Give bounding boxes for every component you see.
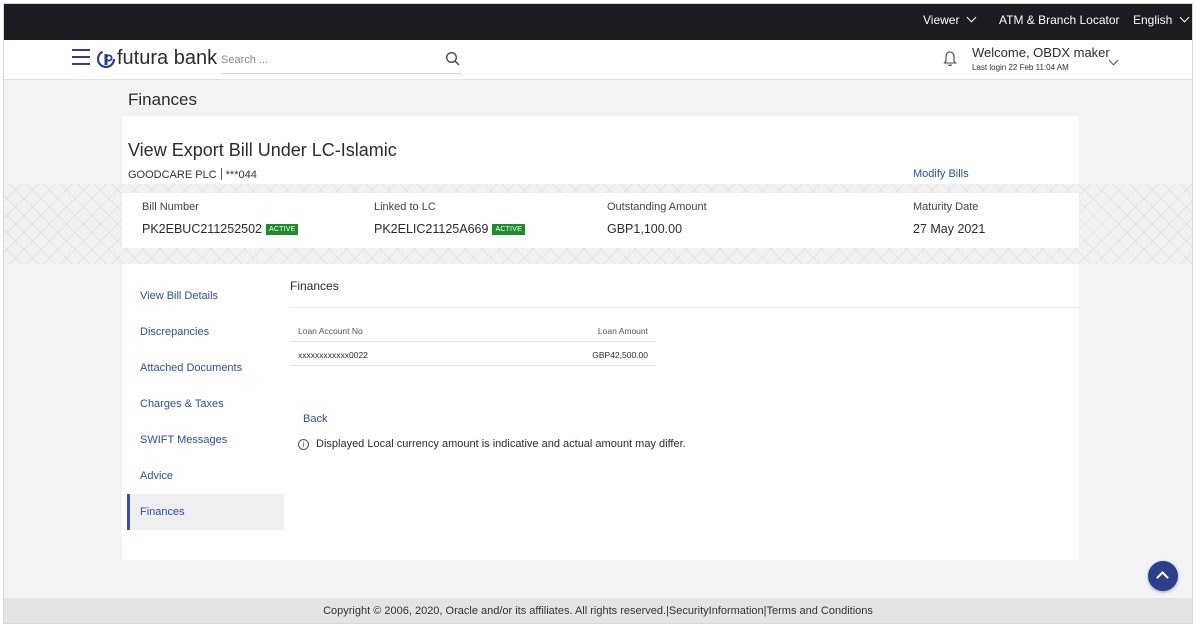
table-header-row: Loan Account No Loan Amount (290, 318, 656, 342)
loan-account-cell: xxxxxxxxxxxx0022 (298, 350, 368, 360)
search-input[interactable] (221, 48, 431, 66)
party-name: GOODCARE PLC (128, 169, 217, 181)
summary-label: Bill Number (142, 201, 199, 213)
party-id: ***044 (225, 169, 257, 181)
summary-outstanding-amount: Outstanding Amount GBP1,100.00 (607, 201, 707, 236)
status-badge: ACTIVE (492, 224, 525, 235)
sidenav-item-swift-messages[interactable]: SWIFT Messages (127, 422, 284, 458)
summary-linked-lc: Linked to LC PK2ELIC21125A669 ACTIVE (374, 201, 525, 236)
table-row: xxxxxxxxxxxx0022 GBP42,500.00 (290, 342, 656, 366)
last-login-text: Last login 22 Feb 11:04 AM (972, 63, 1069, 72)
summary-label: Outstanding Amount (607, 201, 707, 213)
bill-header-card: View Export Bill Under LC-Islamic GOODCA… (122, 116, 1079, 184)
back-button[interactable]: Back (303, 413, 327, 425)
summary-bill-number: Bill Number PK2EBUC211252502 ACTIVE (142, 201, 299, 236)
footer: Copyright © 2006, 2020, Oracle and/or it… (4, 598, 1192, 623)
bill-detail-card: View Bill Details Discrepancies Attached… (122, 264, 1080, 560)
loan-table: Loan Account No Loan Amount xxxxxxxxxxxx… (290, 318, 656, 366)
outstanding-amount-value: GBP1,100.00 (607, 222, 683, 236)
modify-bills-link[interactable]: Modify Bills (913, 168, 969, 180)
chevron-up-icon (1156, 571, 1169, 584)
welcome-text: Welcome, OBDX maker (972, 45, 1110, 60)
linked-lc-value: PK2ELIC21125A669 (374, 222, 489, 236)
page-title: Finances (128, 90, 197, 109)
sidenav-item-view-bill-details[interactable]: View Bill Details (127, 278, 284, 314)
info-icon: i (298, 439, 309, 450)
disclaimer-note: i Displayed Local currency amount is indi… (298, 438, 686, 450)
summary-maturity-date: Maturity Date 27 May 2021 (913, 201, 985, 236)
bill-sidenav: View Bill Details Discrepancies Attached… (127, 278, 284, 530)
column-header-loan-amount: Loan Amount (597, 326, 648, 336)
sidenav-item-charges-taxes[interactable]: Charges & Taxes (127, 386, 284, 422)
chevron-down-icon (967, 12, 977, 23)
viewer-label: Viewer (923, 13, 960, 27)
summary-label: Linked to LC (374, 201, 436, 213)
search-box (221, 48, 461, 74)
brand-name: futura bank (117, 47, 218, 69)
scroll-to-top-button[interactable] (1148, 561, 1178, 591)
column-header-loan-account: Loan Account No (298, 326, 363, 336)
summary-label: Maturity Date (913, 201, 979, 213)
user-menu[interactable]: Welcome, OBDX maker Last login 22 Feb 11… (972, 45, 1110, 72)
app-window: Viewer ATM & Branch Locator English futu… (3, 3, 1193, 624)
chevron-down-icon (1108, 55, 1119, 66)
search-icon[interactable] (445, 51, 461, 67)
loan-amount-cell: GBP42,500.00 (592, 350, 648, 360)
atm-branch-locator-link[interactable]: ATM & Branch Locator (999, 4, 1120, 40)
language-menu[interactable]: English (1133, 4, 1190, 40)
chevron-down-icon (1179, 12, 1190, 23)
user-menu-chevron[interactable] (1101, 54, 1119, 72)
language-label: English (1133, 13, 1173, 27)
sidenav-item-attached-documents[interactable]: Attached Documents (127, 350, 284, 386)
top-bar: Viewer ATM & Branch Locator English (4, 4, 1192, 40)
bell-icon[interactable] (942, 50, 958, 68)
status-badge: ACTIVE (266, 224, 299, 235)
maturity-date-value: 27 May 2021 (913, 222, 986, 236)
footer-text: Copyright © 2006, 2020, Oracle and/or it… (323, 605, 873, 617)
menu-icon[interactable] (72, 49, 90, 65)
bill-title: View Export Bill Under LC-Islamic (128, 140, 397, 160)
divider (220, 168, 222, 180)
disclaimer-text: Displayed Local currency amount is indic… (316, 438, 686, 450)
viewer-menu[interactable]: Viewer (923, 4, 977, 40)
logo-icon (97, 50, 115, 68)
party-info: GOODCARE PLC ***044 (128, 168, 257, 181)
sidenav-item-advice[interactable]: Advice (127, 458, 284, 494)
finances-panel: Finances Loan Account No Loan Amount xxx… (290, 278, 1080, 450)
bill-summary: Bill Number PK2EBUC211252502 ACTIVE Linke… (122, 193, 1079, 248)
bill-number-value: PK2EBUC211252502 (142, 222, 262, 236)
section-title: Finances (290, 278, 1080, 308)
sidenav-item-finances[interactable]: Finances (127, 494, 284, 530)
summary-value: PK2EBUC211252502 ACTIVE (142, 222, 299, 236)
sidenav-item-discrepancies[interactable]: Discrepancies (127, 314, 284, 350)
header: futura bank Welcome, OBDX maker Last log… (4, 40, 1192, 80)
summary-value: PK2ELIC21125A669 ACTIVE (374, 222, 525, 236)
